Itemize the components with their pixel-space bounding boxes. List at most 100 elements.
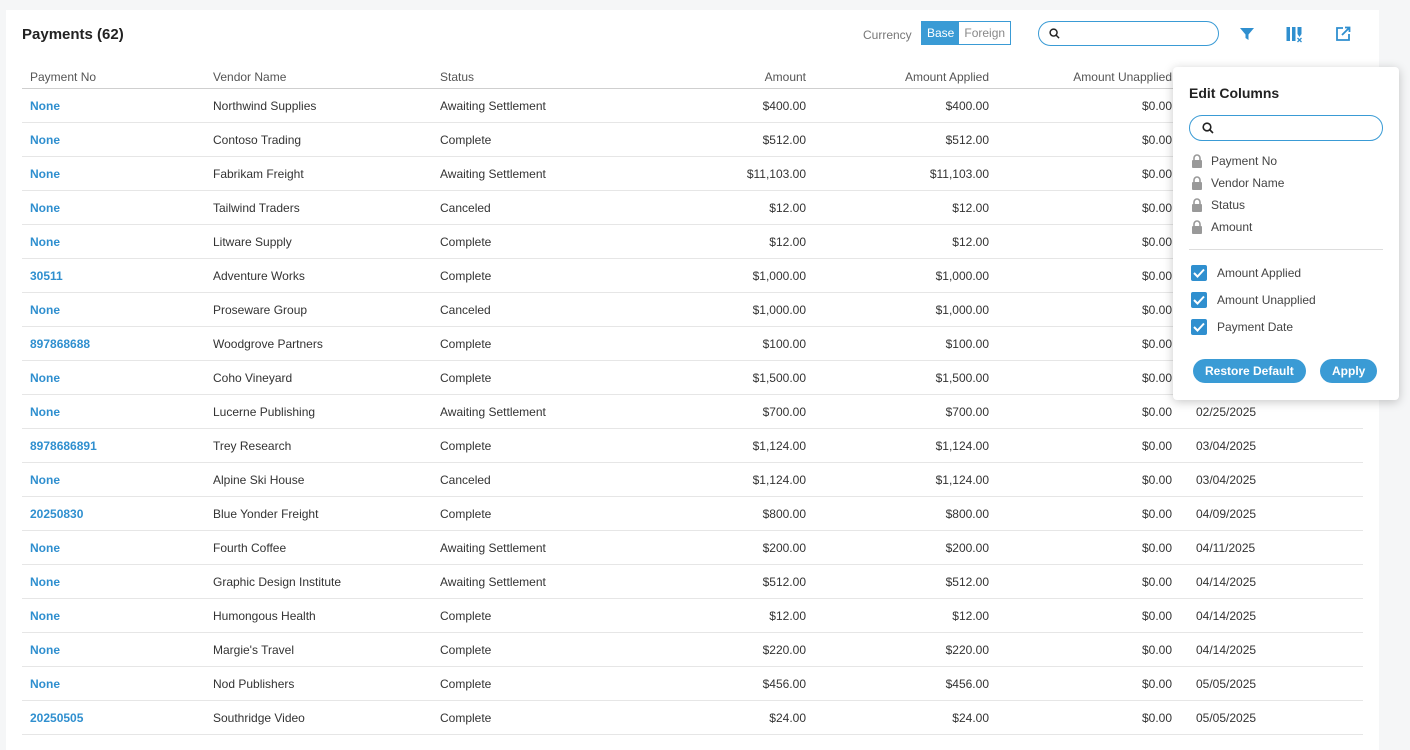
amount-unapplied-cell: $0.00 — [997, 462, 1180, 497]
amount-applied-cell: $11,103.00 — [814, 156, 997, 191]
payment-date-cell: 03/04/2025 — [1180, 428, 1363, 463]
column-header-vendor-name[interactable]: Vendor Name — [205, 66, 432, 89]
status-cell: Complete — [432, 258, 628, 293]
amount-cell: $220.00 — [628, 632, 814, 667]
column-toggle-amount-unapplied[interactable]: Amount Unapplied — [1191, 292, 1316, 308]
table-row[interactable]: None Fabrikam Freight Awaiting Settlement $… — [22, 156, 1363, 191]
table-row[interactable]: 30511 Adventure Works Complete $1,000.00 $1,… — [22, 258, 1363, 293]
status-cell: Complete — [432, 632, 628, 667]
amount-cell: $12.00 — [628, 224, 814, 259]
search-input[interactable] — [1038, 21, 1219, 46]
amount-cell: $1,500.00 — [628, 360, 814, 395]
payment-no-cell[interactable]: None — [22, 190, 205, 225]
payment-no-cell[interactable]: None — [22, 530, 205, 565]
amount-applied-cell: $200.00 — [814, 530, 997, 565]
payment-no-cell[interactable]: 20250830 — [22, 496, 205, 531]
currency-base-option[interactable]: Base — [922, 22, 960, 44]
amount-unapplied-cell: $0.00 — [997, 428, 1180, 463]
table-row[interactable]: None Litware Supply Complete $12.00 $12.00 $0… — [22, 224, 1363, 259]
amount-cell: $400.00 — [628, 88, 814, 123]
table-header-row: Payment No Vendor Name Status Amount Amo… — [22, 66, 1363, 89]
column-header-status[interactable]: Status — [432, 66, 628, 89]
payment-no-cell[interactable]: 897868688 — [22, 326, 205, 361]
table-row[interactable]: None Humongous Health Complete $12.00 $12.00… — [22, 598, 1363, 633]
status-cell: Complete — [432, 598, 628, 633]
search-icon — [1202, 122, 1214, 134]
checkbox[interactable] — [1191, 265, 1207, 281]
checkbox[interactable] — [1191, 319, 1207, 335]
vendor-name-cell: Nod Publishers — [205, 666, 432, 701]
amount-cell: $12.00 — [628, 190, 814, 225]
payment-no-cell[interactable]: None — [22, 360, 205, 395]
payment-no-cell[interactable]: None — [22, 598, 205, 633]
payment-no-cell[interactable]: None — [22, 224, 205, 259]
payment-date-cell: 05/05/2025 — [1180, 700, 1363, 735]
column-header-amount-unapplied[interactable]: Amount Unapplied — [997, 66, 1180, 89]
status-cell: Awaiting Settlement — [432, 156, 628, 191]
table-row[interactable]: None Nod Publishers Complete $456.00 $456.00… — [22, 666, 1363, 701]
column-toggle-label: Amount Unapplied — [1217, 293, 1316, 307]
lock-icon — [1192, 198, 1202, 212]
locked-column-item: Payment No — [1191, 154, 1277, 168]
table-row[interactable]: None Graphic Design Institute Awaiting Set… — [22, 564, 1363, 599]
status-cell: Complete — [432, 666, 628, 701]
amount-unapplied-cell: $0.00 — [997, 292, 1180, 327]
amount-cell: $1,124.00 — [628, 462, 814, 497]
checkmark-icon — [1193, 295, 1205, 305]
column-search-input[interactable] — [1189, 115, 1383, 141]
payment-no-cell[interactable]: None — [22, 156, 205, 191]
table-row[interactable]: 897868688 Woodgrove Partners Complete $100.… — [22, 326, 1363, 361]
currency-foreign-option[interactable]: Foreign — [959, 22, 1011, 44]
currency-toggle[interactable]: Base Foreign — [921, 21, 1012, 45]
payment-no-cell[interactable]: None — [22, 122, 205, 157]
table-row[interactable]: None Contoso Trading Complete $512.00 $512.0… — [22, 122, 1363, 157]
table-row[interactable]: None Northwind Supplies Awaiting Settlemen… — [22, 88, 1363, 123]
payment-no-cell[interactable]: None — [22, 632, 205, 667]
payments-table: Payment No Vendor Name Status Amount Amo… — [22, 66, 1363, 735]
vendor-name-cell: Woodgrove Partners — [205, 326, 432, 361]
amount-applied-cell: $800.00 — [814, 496, 997, 531]
table-row[interactable]: None Margie's Travel Complete $220.00 $220.0… — [22, 632, 1363, 667]
amount-cell: $700.00 — [628, 394, 814, 429]
vendor-name-cell: Southridge Video — [205, 700, 432, 735]
column-header-amount-applied[interactable]: Amount Applied — [814, 66, 997, 89]
amount-applied-cell: $1,124.00 — [814, 462, 997, 497]
column-header-payment-no[interactable]: Payment No — [22, 66, 205, 89]
table-row[interactable]: None Tailwind Traders Canceled $12.00 $12.00… — [22, 190, 1363, 225]
payment-no-cell[interactable]: None — [22, 564, 205, 599]
amount-applied-cell: $700.00 — [814, 394, 997, 429]
table-row[interactable]: None Coho Vineyard Complete $1,500.00 $1,500… — [22, 360, 1363, 395]
edit-columns-panel: Edit Columns Payment No Vendor Name Stat… — [1173, 67, 1399, 400]
amount-unapplied-cell: $0.00 — [997, 326, 1180, 361]
amount-unapplied-cell: $0.00 — [997, 632, 1180, 667]
export-icon[interactable] — [1334, 25, 1352, 43]
table-row[interactable]: 8978686891 Trey Research Complete $1,124.00… — [22, 428, 1363, 463]
payment-no-cell[interactable]: 30511 — [22, 258, 205, 293]
table-row[interactable]: None Fourth Coffee Awaiting Settlement $200… — [22, 530, 1363, 565]
restore-default-button[interactable]: Restore Default — [1193, 359, 1306, 383]
table-row[interactable]: None Alpine Ski House Canceled $1,124.00 $1,… — [22, 462, 1363, 497]
column-toggle-amount-applied[interactable]: Amount Applied — [1191, 265, 1301, 281]
payment-no-cell[interactable]: None — [22, 462, 205, 497]
table-row[interactable]: 20250830 Blue Yonder Freight Complete $800.… — [22, 496, 1363, 531]
page-title: Payments (62) — [22, 26, 124, 43]
payment-no-cell[interactable]: 20250505 — [22, 700, 205, 735]
columns-icon[interactable] — [1285, 25, 1303, 43]
amount-unapplied-cell: $0.00 — [997, 224, 1180, 259]
amount-cell: $512.00 — [628, 564, 814, 599]
amount-unapplied-cell: $0.00 — [997, 666, 1180, 701]
payment-no-cell[interactable]: None — [22, 394, 205, 429]
table-row[interactable]: 20250505 Southridge Video Complete $24.00 $2… — [22, 700, 1363, 735]
payment-no-cell[interactable]: None — [22, 666, 205, 701]
column-toggle-payment-date[interactable]: Payment Date — [1191, 319, 1293, 335]
payment-no-cell[interactable]: None — [22, 292, 205, 327]
filter-icon[interactable] — [1238, 25, 1256, 43]
table-row[interactable]: None Lucerne Publishing Awaiting Settlemen… — [22, 394, 1363, 429]
apply-button[interactable]: Apply — [1320, 359, 1378, 383]
amount-cell: $11,103.00 — [628, 156, 814, 191]
checkbox[interactable] — [1191, 292, 1207, 308]
payment-no-cell[interactable]: 8978686891 — [22, 428, 205, 463]
table-row[interactable]: None Proseware Group Canceled $1,000.00 $1,0… — [22, 292, 1363, 327]
column-header-amount[interactable]: Amount — [628, 66, 814, 89]
payment-no-cell[interactable]: None — [22, 88, 205, 123]
